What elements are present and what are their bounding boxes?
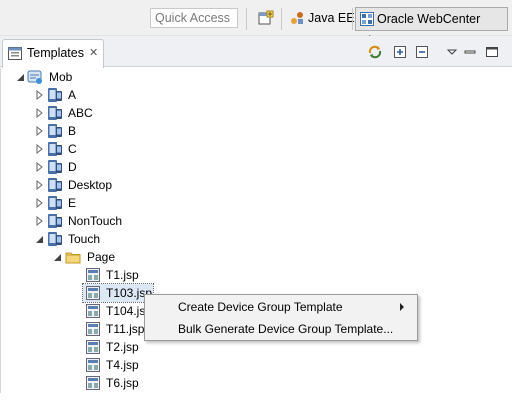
tree-node-label: C — [68, 142, 77, 156]
submenu-arrow-icon — [400, 303, 404, 311]
menu-item-label: Bulk Generate Device Group Template... — [178, 322, 394, 336]
tree-node-label: A — [68, 88, 77, 102]
toolbar-separator — [281, 8, 282, 30]
collapsed-arrow-icon[interactable] — [34, 180, 44, 190]
tree-node-file-selected[interactable]: T103.jsp — [82, 283, 154, 303]
folder-icon — [65, 252, 81, 264]
tree-node-label: Page — [87, 250, 116, 264]
tree-node-folder-page[interactable]: Page — [1, 248, 141, 266]
tree-node-file[interactable]: T104.jsp — [1, 302, 152, 320]
device-group-icon — [48, 196, 62, 210]
tree-node-label: Touch — [68, 232, 101, 246]
quick-access-field[interactable]: Quick Access — [150, 8, 238, 28]
collapsed-arrow-icon[interactable] — [34, 198, 44, 208]
jsp-file-icon — [86, 340, 100, 354]
expanded-arrow-icon[interactable] — [15, 72, 25, 82]
open-perspective-icon[interactable] — [258, 10, 274, 26]
device-group-icon — [48, 124, 62, 138]
device-group-icon — [48, 160, 62, 174]
toolbar-separator — [352, 8, 353, 30]
tree-node-label: T11.jsp — [106, 322, 145, 336]
jsp-file-icon — [86, 286, 100, 300]
perspective-label: Java EE — [308, 11, 355, 25]
view-tab-bar: Templates ✕ — [0, 36, 512, 68]
tree-node-label: E — [68, 196, 77, 210]
device-group-icon — [48, 88, 62, 102]
expanded-arrow-icon[interactable] — [34, 234, 44, 244]
tree-node-group[interactable]: A — [1, 86, 141, 104]
tree-node-label: Desktop — [68, 178, 113, 192]
jsp-file-icon — [86, 358, 100, 372]
tree-node-file[interactable]: T6.jsp — [1, 374, 151, 392]
collapsed-arrow-icon[interactable] — [34, 216, 44, 226]
context-menu: Create Device Group Template Bulk Genera… — [144, 294, 418, 341]
tree-node-group[interactable]: ABC — [1, 104, 141, 122]
java-ee-icon — [291, 12, 303, 24]
tree-node-root[interactable]: Mob — [1, 68, 141, 86]
tree-node-group[interactable]: C — [1, 140, 141, 158]
tree-node-file[interactable]: T2.jsp — [1, 338, 151, 356]
tree-node-file[interactable]: T1.jsp — [1, 266, 151, 284]
menu-item-bulk-generate[interactable]: Bulk Generate Device Group Template... — [146, 318, 416, 340]
device-group-icon — [48, 142, 62, 156]
jsp-file-icon — [86, 304, 100, 318]
view-menu-icon[interactable] — [444, 44, 460, 60]
tab-templates[interactable]: Templates ✕ — [2, 39, 104, 68]
collapsed-arrow-icon[interactable] — [34, 90, 44, 100]
tree-node-label: Mob — [49, 70, 73, 84]
toolbar-separator — [246, 8, 247, 30]
expanded-arrow-icon[interactable] — [52, 252, 62, 262]
jsp-file-icon — [86, 322, 100, 336]
perspective-webcenter-sites[interactable]: Oracle WebCenter Sites — [355, 7, 508, 48]
maximize-icon[interactable] — [484, 44, 500, 60]
device-group-icon — [48, 232, 62, 246]
tree-node-group[interactable]: Desktop — [1, 176, 141, 194]
collapse-all-icon[interactable] — [414, 44, 430, 60]
collapsed-arrow-icon[interactable] — [34, 144, 44, 154]
perspective-java-ee[interactable]: Java EE — [290, 10, 355, 26]
jsp-file-icon — [86, 376, 100, 390]
tree-node-label: T4.jsp — [106, 358, 139, 372]
tab-label: Templates — [27, 46, 84, 60]
device-group-icon — [48, 178, 62, 192]
menu-item-label: Create Device Group Template — [178, 300, 343, 314]
sync-icon[interactable] — [367, 44, 383, 60]
close-icon[interactable]: ✕ — [89, 46, 98, 59]
tree-node-label: T1.jsp — [106, 268, 139, 282]
tree-node-file[interactable]: T11.jsp — [1, 320, 151, 338]
tree-node-label: B — [68, 124, 77, 138]
webcenter-sites-icon — [360, 12, 374, 26]
tree-node-file[interactable]: T4.jsp — [1, 356, 151, 374]
tree-node-label: T6.jsp — [106, 376, 139, 390]
tree-node-group-touch[interactable]: Touch — [1, 230, 141, 248]
site-icon — [27, 70, 42, 84]
tree-node-label: D — [68, 160, 77, 174]
main-toolbar: Quick Access Java EE Oracle WebCenter Si… — [0, 0, 512, 48]
tree-node-group[interactable]: E — [1, 194, 141, 212]
minimize-icon[interactable] — [462, 44, 478, 60]
templates-view-icon — [8, 47, 22, 60]
collapsed-arrow-icon[interactable] — [34, 126, 44, 136]
jsp-file-icon — [86, 268, 100, 282]
tree-node-label: ABC — [68, 106, 93, 120]
menu-item-create-device-group-template[interactable]: Create Device Group Template — [146, 296, 416, 318]
collapsed-arrow-icon[interactable] — [34, 108, 44, 118]
templates-tree: Mob A ABC B C D Desktop E NonTouch Touch… — [0, 68, 512, 393]
view-bottom-edge — [0, 393, 512, 404]
collapsed-arrow-icon[interactable] — [34, 162, 44, 172]
device-group-icon — [48, 106, 62, 120]
device-group-icon — [48, 214, 62, 228]
tree-node-label: T2.jsp — [106, 340, 139, 354]
tree-node-group[interactable]: B — [1, 122, 141, 140]
tree-node-label: NonTouch — [68, 214, 123, 228]
tree-node-group[interactable]: D — [1, 158, 141, 176]
tree-node-group[interactable]: NonTouch — [1, 212, 141, 230]
expand-all-icon[interactable] — [392, 44, 408, 60]
